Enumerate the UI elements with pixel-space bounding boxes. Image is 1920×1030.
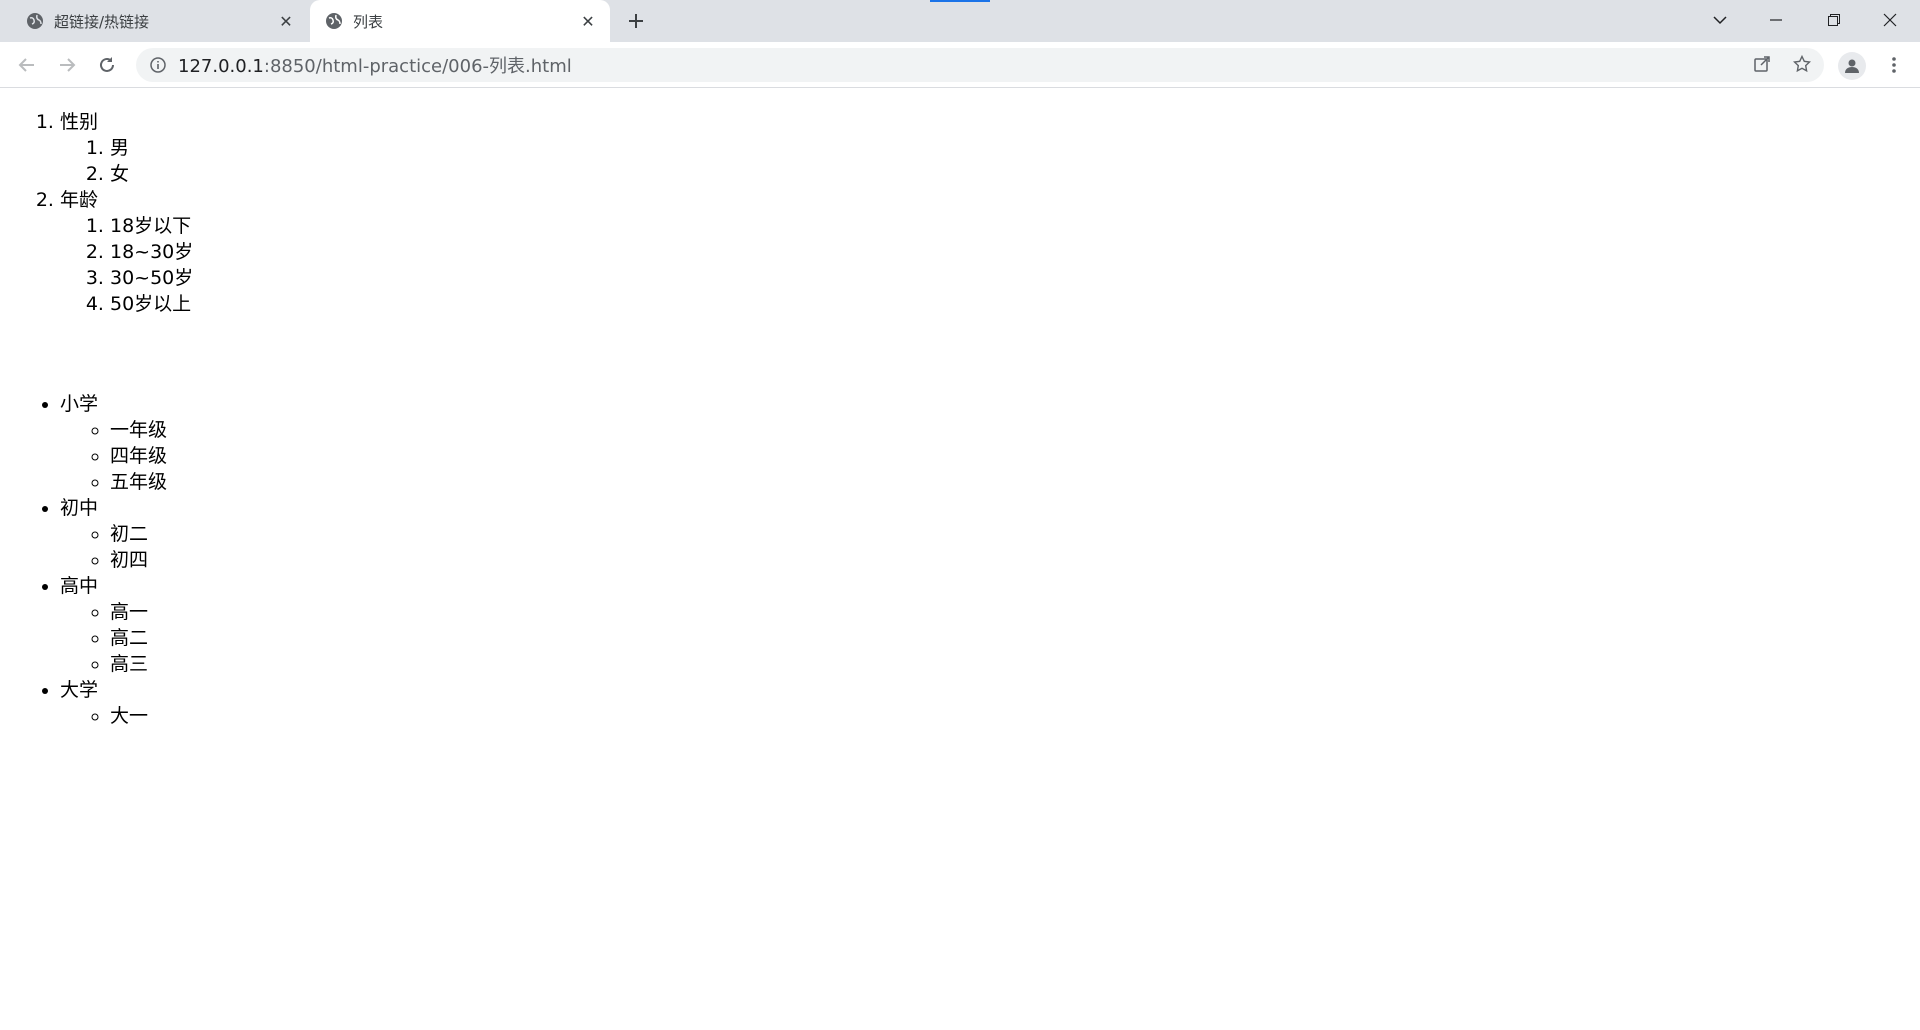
reload-icon (100, 57, 114, 72)
globe-icon (325, 12, 343, 30)
url-text: 127.0.0.1:8850/html-practice/006-列表.html (178, 52, 572, 78)
close-tab-icon[interactable]: ✕ (274, 9, 298, 33)
list-item: 高三 (110, 651, 1920, 677)
list-item: 初二 (110, 521, 1920, 547)
nested-unordered-list: 一年级 四年级 五年级 (60, 417, 1920, 495)
nested-unordered-list: 初二 初四 (60, 521, 1920, 573)
star-icon (1793, 55, 1811, 73)
chevron-down-icon (1713, 16, 1727, 25)
nested-ordered-list: 男 女 (60, 135, 1920, 187)
browser-toolbar: 127.0.0.1:8850/html-practice/006-列表.html (0, 42, 1920, 88)
list-item: 性别 男 女 (60, 109, 1920, 187)
restore-button[interactable] (1806, 0, 1862, 40)
more-vertical-icon (1892, 57, 1896, 73)
tab-list[interactable]: 列表 ✕ (310, 0, 610, 42)
profile-avatar[interactable] (1838, 52, 1866, 80)
nested-unordered-list: 大一 (60, 703, 1920, 729)
url-host: 127.0.0.1 (178, 56, 264, 77)
share-icon (1754, 56, 1770, 72)
list-item: 18岁以下 (110, 213, 1920, 239)
list-item: 四年级 (110, 443, 1920, 469)
arrow-right-icon (60, 58, 76, 72)
nested-unordered-list: 高一 高二 高三 (60, 599, 1920, 677)
close-window-button[interactable] (1862, 0, 1918, 40)
list-item: 女 (110, 161, 1920, 187)
tab-search-button[interactable] (1692, 0, 1748, 40)
new-tab-button[interactable] (622, 7, 650, 35)
plus-icon (629, 14, 643, 28)
url-path: :8850/html-practice/006-列表.html (263, 56, 572, 77)
list-item: 一年级 (110, 417, 1920, 443)
close-icon (1883, 13, 1897, 27)
info-icon[interactable] (148, 55, 168, 75)
loading-indicator (930, 0, 990, 2)
person-icon (1845, 59, 1859, 73)
list-item: 初中 初二 初四 (60, 495, 1920, 573)
minimize-icon (1770, 19, 1782, 21)
ordered-list: 性别 男 女 年龄 18岁以下 18~30岁 30~50岁 50岁以上 (0, 109, 1920, 317)
arrow-left-icon (18, 58, 34, 72)
list-item: 30~50岁 (110, 265, 1920, 291)
list-item: 高一 (110, 599, 1920, 625)
nested-ordered-list: 18岁以下 18~30岁 30~50岁 50岁以上 (60, 213, 1920, 317)
list-item: 50岁以上 (110, 291, 1920, 317)
close-tab-icon[interactable]: ✕ (576, 9, 600, 33)
globe-icon (26, 12, 44, 30)
list-item: 年龄 18岁以下 18~30岁 30~50岁 50岁以上 (60, 187, 1920, 317)
share-button[interactable] (1746, 48, 1778, 80)
reload-button[interactable] (91, 49, 123, 81)
tab-hyperlink[interactable]: 超链接/热链接 ✕ (0, 0, 308, 42)
bookmark-button[interactable] (1786, 48, 1818, 80)
address-bar[interactable]: 127.0.0.1:8850/html-practice/006-列表.html (136, 48, 1824, 82)
tab-title: 超链接/热链接 (54, 12, 150, 31)
list-item: 高中 高一 高二 高三 (60, 573, 1920, 677)
list-item: 大学 大一 (60, 677, 1920, 729)
list-item: 五年级 (110, 469, 1920, 495)
list-item: 高二 (110, 625, 1920, 651)
restore-icon (1828, 14, 1840, 26)
forward-button[interactable] (51, 49, 83, 81)
menu-button[interactable] (1880, 50, 1908, 80)
minimize-button[interactable] (1748, 0, 1804, 40)
tab-strip: 超链接/热链接 ✕ 列表 ✕ (0, 0, 1920, 42)
unordered-list: 小学 一年级 四年级 五年级 初中 初二 初四 高中 高一 高二 高三 大学 大… (0, 391, 1920, 729)
list-item: 初四 (110, 547, 1920, 573)
list-item: 18~30岁 (110, 239, 1920, 265)
back-button[interactable] (11, 49, 43, 81)
page-content: 性别 男 女 年龄 18岁以下 18~30岁 30~50岁 50岁以上 小学 一… (0, 89, 1920, 1030)
tab-title: 列表 (353, 12, 384, 31)
list-item: 小学 一年级 四年级 五年级 (60, 391, 1920, 495)
list-item: 男 (110, 135, 1920, 161)
list-item: 大一 (110, 703, 1920, 729)
